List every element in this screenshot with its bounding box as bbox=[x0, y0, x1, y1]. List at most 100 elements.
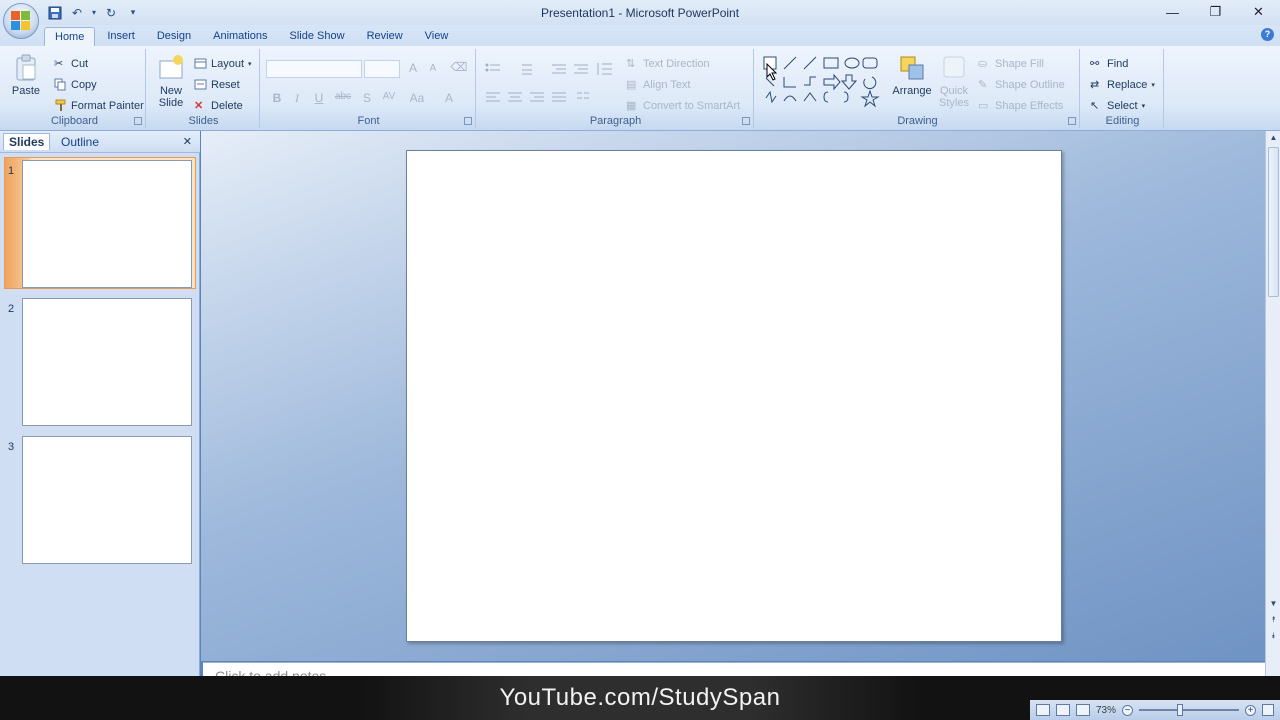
bold-icon[interactable]: B bbox=[268, 91, 286, 105]
delete-button[interactable]: ✕ Delete bbox=[194, 99, 243, 113]
convert-smartart-button[interactable]: ▦ Convert to SmartArt bbox=[626, 99, 740, 113]
layout-button[interactable]: Layout ▾ bbox=[194, 57, 252, 70]
chevron-down-icon: ▾ bbox=[248, 60, 252, 68]
font-color-icon[interactable]: A bbox=[440, 91, 458, 105]
slides-group-label: Slides bbox=[188, 115, 219, 127]
increase-indent-icon[interactable] bbox=[572, 62, 590, 76]
cut-button[interactable]: ✂ Cut bbox=[54, 57, 89, 71]
restore-icon[interactable]: ❐ bbox=[1194, 0, 1237, 24]
zoom-out-icon[interactable]: − bbox=[1122, 704, 1134, 716]
normal-view-icon[interactable] bbox=[1036, 704, 1050, 716]
tab-outline[interactable]: Outline bbox=[56, 134, 104, 150]
justify-icon[interactable] bbox=[550, 91, 568, 105]
tab-home[interactable]: Home bbox=[44, 27, 96, 47]
reset-button[interactable]: Reset bbox=[194, 78, 240, 91]
tab-insert[interactable]: Insert bbox=[97, 27, 145, 47]
scroll-up-icon[interactable]: ▲ bbox=[1268, 133, 1279, 145]
select-button[interactable]: ↖ Select ▾ bbox=[1090, 99, 1145, 113]
slide-show-icon[interactable] bbox=[1076, 704, 1090, 716]
find-button[interactable]: ⚯ Find bbox=[1090, 57, 1129, 71]
notes-pane[interactable]: Click to add notes bbox=[203, 662, 1265, 676]
slide-thumbnail[interactable] bbox=[22, 436, 192, 564]
bullets-icon[interactable] bbox=[484, 62, 502, 76]
slide-thumbnail[interactable] bbox=[22, 160, 192, 288]
shape-outline-button[interactable]: ✎ Shape Outline bbox=[978, 78, 1065, 92]
replace-button[interactable]: ⇄ Replace ▾ bbox=[1090, 78, 1155, 92]
align-center-icon[interactable] bbox=[506, 91, 524, 105]
previous-slide-icon[interactable]: ⯭ bbox=[1268, 615, 1279, 627]
zoom-slider[interactable] bbox=[1139, 704, 1240, 716]
next-slide-icon[interactable]: ⯯ bbox=[1268, 631, 1279, 643]
minimize-icon[interactable]: — bbox=[1151, 0, 1194, 24]
tab-slide-show[interactable]: Slide Show bbox=[280, 27, 355, 47]
replace-icon: ⇄ bbox=[1090, 79, 1100, 91]
vertical-scrollbar[interactable]: ▲ ▼ ⯭ ⯯ bbox=[1265, 131, 1280, 676]
decrease-indent-icon[interactable] bbox=[550, 62, 568, 76]
arrange-button[interactable]: Arrange bbox=[892, 53, 932, 97]
tab-design[interactable]: Design bbox=[147, 27, 201, 47]
close-icon[interactable]: ✕ bbox=[183, 135, 192, 148]
font-launcher-icon[interactable] bbox=[464, 117, 472, 125]
new-slide-label-2: Slide bbox=[158, 97, 184, 109]
slide-sorter-icon[interactable] bbox=[1056, 704, 1070, 716]
align-text-button[interactable]: ▤ Align Text bbox=[626, 78, 691, 92]
columns-icon[interactable] bbox=[574, 91, 592, 105]
fit-to-window-icon[interactable] bbox=[1262, 704, 1275, 716]
drawing-launcher-icon[interactable] bbox=[1068, 117, 1076, 125]
tab-view[interactable]: View bbox=[415, 27, 459, 47]
paste-icon bbox=[16, 54, 36, 81]
tab-animations[interactable]: Animations bbox=[203, 27, 277, 47]
change-case-icon[interactable]: Aa bbox=[408, 91, 426, 105]
replace-label: Replace bbox=[1107, 78, 1148, 91]
format-painter-label: Format Painter bbox=[71, 99, 144, 112]
clear-formatting-icon[interactable]: ⌫ bbox=[450, 60, 468, 74]
help-icon[interactable]: ? bbox=[1261, 28, 1274, 41]
numbering-icon[interactable] bbox=[516, 62, 534, 76]
align-right-icon[interactable] bbox=[528, 91, 546, 105]
zoom-slider-thumb[interactable] bbox=[1177, 704, 1184, 716]
office-logo-icon bbox=[11, 11, 31, 31]
text-direction-button[interactable]: ⇅ Text Direction bbox=[626, 57, 710, 71]
font-size-box[interactable] bbox=[364, 60, 400, 78]
quick-styles-button[interactable]: Quick Styles bbox=[934, 53, 974, 109]
shadow-icon[interactable]: S bbox=[358, 91, 376, 105]
text-direction-icon: ⇅ bbox=[626, 58, 636, 70]
layout-icon bbox=[194, 58, 207, 69]
tab-review[interactable]: Review bbox=[357, 27, 413, 47]
copy-button[interactable]: Copy bbox=[54, 78, 97, 91]
shape-effects-button[interactable]: ▭ Shape Effects bbox=[978, 99, 1063, 113]
font-name-box[interactable] bbox=[266, 60, 362, 78]
scroll-down-icon[interactable]: ▼ bbox=[1268, 599, 1279, 611]
format-painter-button[interactable]: Format Painter bbox=[54, 99, 144, 112]
shapes-gallery[interactable] bbox=[762, 55, 892, 115]
clipboard-launcher-icon[interactable] bbox=[134, 117, 142, 125]
quick-styles-icon bbox=[943, 56, 965, 78]
line-spacing-icon[interactable] bbox=[596, 62, 614, 76]
strikethrough-icon[interactable]: abc bbox=[334, 91, 352, 102]
slide-canvas[interactable] bbox=[406, 150, 1062, 642]
tab-slides[interactable]: Slides bbox=[3, 133, 51, 150]
notes-placeholder: Click to add notes bbox=[215, 668, 327, 676]
character-spacing-icon[interactable]: AV bbox=[380, 91, 398, 102]
delete-icon: ✕ bbox=[194, 100, 204, 112]
cut-label: Cut bbox=[71, 57, 89, 70]
underline-icon[interactable]: U bbox=[310, 91, 328, 105]
copy-label: Copy bbox=[71, 78, 97, 91]
zoom-level[interactable]: 73% bbox=[1096, 705, 1116, 716]
new-slide-button[interactable]: New Slide bbox=[152, 53, 190, 109]
grow-font-icon[interactable]: A bbox=[404, 61, 422, 75]
shape-fill-button[interactable]: ⛀ Shape Fill bbox=[978, 57, 1044, 71]
find-label: Find bbox=[1107, 57, 1129, 70]
italic-icon[interactable]: I bbox=[288, 91, 306, 106]
scroll-thumb[interactable] bbox=[1268, 147, 1279, 297]
paste-button[interactable]: Paste bbox=[8, 53, 44, 97]
zoom-in-icon[interactable]: + bbox=[1245, 704, 1257, 716]
align-text-label: Align Text bbox=[643, 78, 691, 91]
office-button[interactable] bbox=[3, 3, 39, 39]
align-left-icon[interactable] bbox=[484, 91, 502, 105]
close-icon[interactable]: ✕ bbox=[1237, 0, 1280, 24]
shrink-font-icon[interactable]: A bbox=[424, 63, 442, 74]
slide-thumbnail[interactable] bbox=[22, 298, 192, 426]
paragraph-launcher-icon[interactable] bbox=[742, 117, 750, 125]
drawing-group-label: Drawing bbox=[897, 115, 938, 127]
